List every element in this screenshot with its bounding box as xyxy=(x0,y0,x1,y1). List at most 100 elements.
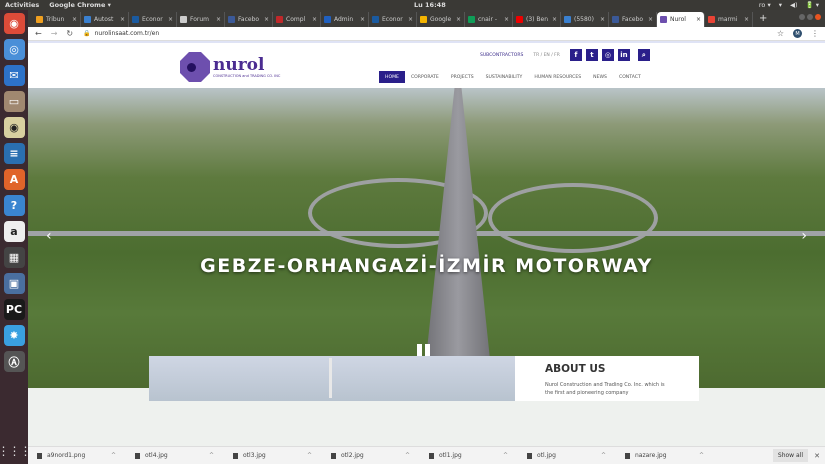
download-item[interactable]: otl2.jpg ^ xyxy=(322,452,420,459)
close-window-button[interactable] xyxy=(815,14,821,20)
network-icon[interactable]: ▾ xyxy=(779,1,782,9)
browser-tab[interactable]: Econor × xyxy=(369,12,417,27)
browser-tab[interactable]: Facebo × xyxy=(609,12,657,27)
dock-chromium-icon[interactable]: ◎ xyxy=(3,39,25,60)
close-tab-icon[interactable]: × xyxy=(408,16,413,23)
menu-icon[interactable]: ⋮ xyxy=(811,29,819,38)
browser-tab[interactable]: Econor × xyxy=(129,12,177,27)
browser-tab[interactable]: Forum × xyxy=(177,12,225,27)
download-item[interactable]: nazare.jpg ^ xyxy=(616,452,714,459)
dock-pycharm-icon[interactable]: PC xyxy=(3,299,25,320)
twitter-icon[interactable]: t xyxy=(585,49,598,61)
close-tab-icon[interactable]: × xyxy=(600,16,605,23)
browser-tab[interactable]: Compl × xyxy=(273,12,321,27)
close-tab-icon[interactable]: × xyxy=(168,16,173,23)
logo-mark-icon xyxy=(180,52,210,82)
close-tab-icon[interactable]: × xyxy=(696,16,701,23)
download-item[interactable]: a9nord1.png ^ xyxy=(28,452,126,459)
close-tab-icon[interactable]: × xyxy=(264,16,269,23)
file-icon xyxy=(135,452,140,459)
chevron-up-icon[interactable]: ^ xyxy=(405,452,410,459)
dock-help-icon[interactable]: ? xyxy=(3,195,25,216)
nav-item-human-resources[interactable]: HUMAN RESOURCES xyxy=(528,71,587,83)
nav-item-home[interactable]: HOME xyxy=(379,71,405,83)
bookmark-star-icon[interactable]: ☆ xyxy=(777,29,784,38)
dock-writer-icon[interactable]: ≡ xyxy=(3,143,25,164)
dock-thunderbird-icon[interactable]: ✉ xyxy=(3,65,25,86)
app-menu[interactable]: Google Chrome ▾ xyxy=(49,1,111,9)
dock-rhythmbox-icon[interactable]: ◉ xyxy=(3,117,25,138)
close-tab-icon[interactable]: × xyxy=(504,16,509,23)
battery-icon[interactable]: 🔋 ▾ xyxy=(806,1,819,9)
chevron-up-icon[interactable]: ^ xyxy=(503,452,508,459)
nav-item-corporate[interactable]: CORPORATE xyxy=(405,71,445,83)
close-tab-icon[interactable]: × xyxy=(744,16,749,23)
dock-image-viewer-icon[interactable]: ▣ xyxy=(3,273,25,294)
close-tab-icon[interactable]: × xyxy=(216,16,221,23)
close-tab-icon[interactable]: × xyxy=(648,16,653,23)
show-applications-icon[interactable]: ⋮⋮⋮ xyxy=(0,444,32,458)
dock-updater-icon[interactable]: Ⓐ xyxy=(3,351,25,372)
nurol-logo[interactable]: nurol CONSTRUCTION and TRADING CO. INC xyxy=(180,52,280,82)
nav-item-sustainability[interactable]: SUSTAINABILITY xyxy=(480,71,529,83)
next-slide-icon[interactable]: › xyxy=(801,228,807,244)
search-icon[interactable]: ⌕ xyxy=(637,49,650,61)
close-tab-icon[interactable]: × xyxy=(552,16,557,23)
language-switcher[interactable]: TR / EN / FR xyxy=(533,53,560,58)
dock-splash-icon[interactable]: ✸ xyxy=(3,325,25,346)
nav-item-projects[interactable]: PROJECTS xyxy=(445,71,480,83)
back-icon[interactable]: ← xyxy=(35,29,42,38)
browser-tab[interactable]: Tribun × xyxy=(33,12,81,27)
browser-tab[interactable]: (5580) × xyxy=(561,12,609,27)
volume-icon[interactable]: ◀) xyxy=(790,1,798,9)
minimize-button[interactable] xyxy=(799,14,805,20)
maximize-button[interactable] xyxy=(807,14,813,20)
system-tray[interactable]: ro ▾ ▾ ◀) 🔋 ▾ xyxy=(759,1,819,9)
download-item[interactable]: otl.jpg ^ xyxy=(518,452,616,459)
clock[interactable]: Lu 16:48 xyxy=(414,1,446,9)
close-downloads-icon[interactable]: ✕ xyxy=(814,452,820,460)
show-all-button[interactable]: Show all xyxy=(772,449,808,462)
browser-tab[interactable]: Autost × xyxy=(81,12,129,27)
dock-amazon-icon[interactable]: a xyxy=(3,221,25,242)
reload-icon[interactable]: ↻ xyxy=(66,29,73,38)
url-input[interactable]: nurolinsaat.com.tr/en xyxy=(95,30,160,37)
download-item[interactable]: otl4.jpg ^ xyxy=(126,452,224,459)
dock-chrome-icon[interactable]: ◉ xyxy=(3,13,25,34)
forward-icon[interactable]: → xyxy=(51,29,58,38)
nav-item-news[interactable]: NEWS xyxy=(587,71,613,83)
download-item[interactable]: otl3.jpg ^ xyxy=(224,452,322,459)
profile-avatar[interactable]: M xyxy=(793,29,802,38)
favicon-icon xyxy=(132,16,139,23)
download-item[interactable]: otl1.jpg ^ xyxy=(420,452,518,459)
chevron-up-icon[interactable]: ^ xyxy=(601,452,606,459)
dock-files-icon[interactable]: ▭ xyxy=(3,91,25,112)
instagram-icon[interactable]: ◎ xyxy=(601,49,614,61)
prev-slide-icon[interactable]: ‹ xyxy=(46,228,52,244)
browser-tab[interactable]: Nurol × xyxy=(657,12,705,27)
close-tab-icon[interactable]: × xyxy=(120,16,125,23)
browser-tab[interactable]: (3) Ben × xyxy=(513,12,561,27)
close-tab-icon[interactable]: × xyxy=(72,16,77,23)
close-tab-icon[interactable]: × xyxy=(456,16,461,23)
facebook-icon[interactable]: f xyxy=(569,49,582,61)
dock-calculator-icon[interactable]: ▦ xyxy=(3,247,25,268)
new-tab-button[interactable]: + xyxy=(759,13,767,24)
browser-tab[interactable]: marmi × xyxy=(705,12,753,27)
activities-button[interactable]: Activities xyxy=(5,1,39,9)
close-tab-icon[interactable]: × xyxy=(312,16,317,23)
chevron-up-icon[interactable]: ^ xyxy=(699,452,704,459)
chevron-up-icon[interactable]: ^ xyxy=(111,452,116,459)
browser-tab[interactable]: cnair - × xyxy=(465,12,513,27)
close-tab-icon[interactable]: × xyxy=(360,16,365,23)
subcontractors-link[interactable]: SUBCONTRACTORS xyxy=(480,53,523,58)
dock-software-icon[interactable]: A xyxy=(3,169,25,190)
browser-tab[interactable]: Facebo × xyxy=(225,12,273,27)
chevron-up-icon[interactable]: ^ xyxy=(307,452,312,459)
browser-tab[interactable]: Admin × xyxy=(321,12,369,27)
nav-item-contact[interactable]: CONTACT xyxy=(613,71,647,83)
browser-tab[interactable]: Google × xyxy=(417,12,465,27)
linkedin-icon[interactable]: in xyxy=(617,49,630,61)
chevron-up-icon[interactable]: ^ xyxy=(209,452,214,459)
keyboard-layout[interactable]: ro ▾ xyxy=(759,1,771,9)
